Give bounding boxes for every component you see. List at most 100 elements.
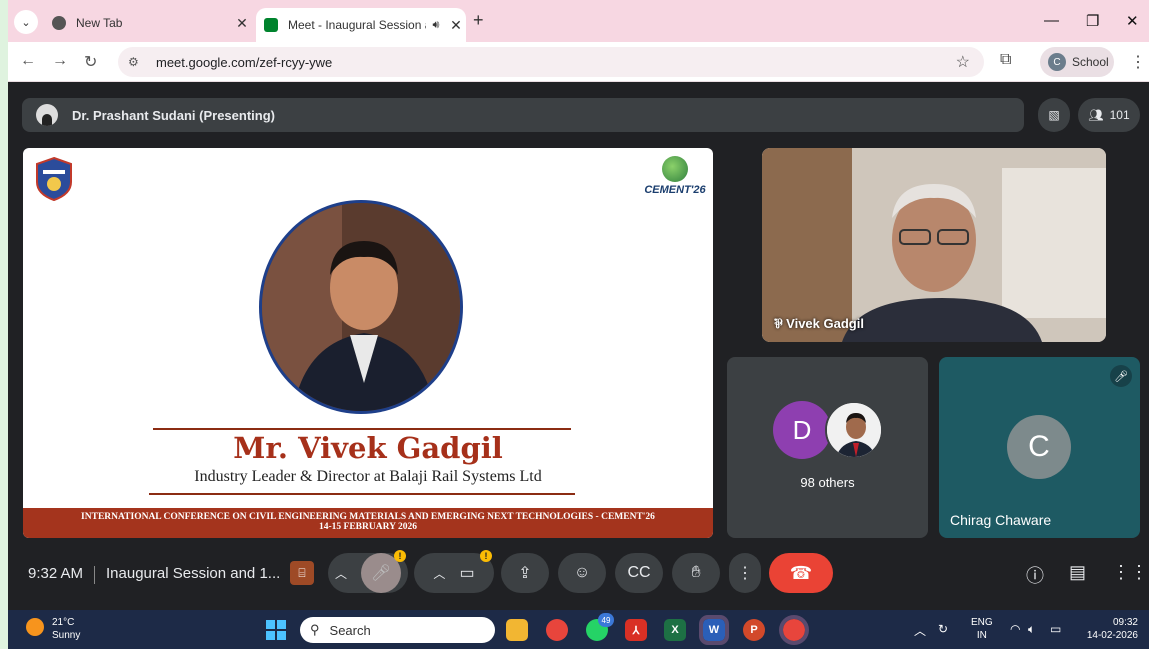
camera-icon[interactable]: ▭ (459, 563, 474, 583)
volume-muted-icon[interactable]: 🔈︎ (1028, 622, 1035, 637)
browser-toolbar: ← → ↻ ⚙ meet.google.com/zef-rcyy-ywe ☆ ⧉… (8, 42, 1149, 82)
tab-search-chevron-icon[interactable]: ⌄ (14, 10, 38, 34)
participant-video (762, 148, 1106, 342)
forward-icon[interactable]: → (52, 52, 68, 70)
chevron-up-icon[interactable]: ︿ (335, 565, 347, 582)
meeting-app-icon[interactable]: ⌸ (290, 561, 314, 585)
language-indicator[interactable]: ENG IN (971, 616, 993, 642)
reload-icon[interactable]: ↻ (84, 52, 97, 72)
excel-icon[interactable]: X (664, 619, 686, 641)
site-settings-icon[interactable]: ⚙ (128, 55, 148, 69)
weather-condition: Sunny (52, 630, 81, 641)
profile-button[interactable]: C School (1040, 47, 1114, 77)
people-icon: 👥︎ (1088, 108, 1104, 122)
participant-tile-chirag[interactable]: 🎤︎ C Chirag Chaware (939, 357, 1140, 538)
divider (94, 566, 95, 584)
meeting-name[interactable]: Inaugural Session and 1... (106, 565, 280, 582)
speaker-role: Industry Leader & Director at Balaji Rai… (194, 468, 542, 485)
taskbar-search[interactable]: ⚲ Search (300, 617, 495, 643)
chat-icon[interactable]: ▤ (1069, 562, 1086, 583)
meeting-info-icon[interactable]: ⓘ (1026, 562, 1044, 588)
extensions-icon[interactable]: ⧉ (1000, 51, 1011, 69)
meeting-time: 9:32 AM (28, 565, 84, 582)
tab-title: Meet - Inaugural Session an (288, 18, 426, 32)
cement-logo-text: CEMENT'26 (644, 184, 706, 196)
wifi-icon[interactable]: ◠ (1010, 622, 1020, 636)
restore-icon[interactable]: ❐ (1086, 12, 1099, 30)
mic-control[interactable]: ︿ 🎤︎ ! (328, 550, 408, 593)
warning-badge: ! (480, 550, 492, 562)
back-icon[interactable]: ← (20, 52, 36, 70)
show-hidden-icons-icon[interactable]: ︿ (914, 622, 926, 639)
avatar-initial: C (1007, 415, 1071, 479)
participants-button[interactable]: 👥︎ 101 (1078, 98, 1140, 132)
more-options-icon[interactable]: ⋮ (729, 553, 761, 593)
speaker-photo (259, 200, 463, 414)
warning-badge: ! (394, 550, 406, 562)
close-tab-icon[interactable]: ✕ (446, 17, 466, 34)
chrome-profile-icon[interactable] (779, 615, 809, 645)
presentation-slide: CEMENT'26 Mr. Vivek Gadgil Industry Lead… (23, 148, 713, 538)
pin-icon: ⅌ (774, 316, 787, 331)
avatar (825, 401, 883, 459)
cement-logo: CEMENT'26 (643, 156, 707, 206)
bookmark-star-icon[interactable]: ☆ (956, 52, 970, 72)
tab-new-tab[interactable]: New Tab ✕ (44, 8, 252, 38)
battery-icon[interactable]: ▭ (1050, 622, 1061, 636)
powerpoint-icon[interactable]: P (743, 619, 765, 641)
word-icon[interactable]: W (699, 615, 729, 645)
temperature: 21°C (52, 617, 75, 628)
close-window-icon[interactable]: ✕ (1126, 12, 1139, 30)
tab-title: New Tab (76, 16, 123, 30)
browser-menu-icon[interactable]: ⋮ (1130, 52, 1146, 72)
end-call-button[interactable]: ☎ (769, 553, 833, 593)
profile-label: School (1072, 55, 1109, 69)
whatsapp-badge: 49 (598, 613, 614, 627)
pdf-reader-icon[interactable]: ⅄ (625, 619, 647, 641)
conference-banner: INTERNATIONAL CONFERENCE ON CIVIL ENGINE… (23, 508, 713, 538)
file-explorer-icon[interactable] (506, 619, 528, 641)
weather-widget[interactable]: 21°C Sunny (52, 616, 80, 642)
participant-tile-others[interactable]: D 98 others (727, 357, 928, 538)
camera-control[interactable]: ︿ ▭ ! (414, 550, 494, 593)
weather-sun-icon[interactable] (26, 618, 44, 636)
activities-grid-icon[interactable]: ⋮⋮ (1112, 562, 1148, 583)
close-tab-icon[interactable]: ✕ (232, 15, 252, 32)
minimize-icon[interactable]: — (1044, 12, 1059, 29)
others-count: 98 others (800, 475, 855, 490)
clock[interactable]: 09:32 14-02-2026 (1080, 616, 1138, 642)
new-tab-plus-icon[interactable]: + (473, 10, 484, 31)
present-screen-icon[interactable]: ⇪ (501, 553, 549, 593)
search-icon: ⚲ (310, 622, 320, 637)
browser-window: ⌄ New Tab ✕ Meet - Inaugural Session an … (8, 0, 1149, 649)
windows-taskbar: 21°C Sunny ⚲ Search 49 ⅄ X W P ︿ ↻ ENG I… (8, 610, 1149, 649)
start-windows-icon[interactable] (266, 620, 286, 640)
presenter-bar: Dr. Prashant Sudani (Presenting) (22, 98, 1024, 132)
clock-time: 09:32 (1112, 617, 1138, 628)
tab-meet[interactable]: Meet - Inaugural Session an 🔊︎ ✕ (256, 8, 466, 42)
presenter-avatar (36, 104, 58, 126)
avatar-initial: D (773, 401, 831, 459)
participant-tile-vivek[interactable]: ⅌ Vivek Gadgil (762, 148, 1106, 342)
presenter-label: Dr. Prashant Sudani (Presenting) (72, 107, 275, 123)
clock-date: 14-02-2026 (1086, 630, 1138, 641)
chrome-icon[interactable] (546, 619, 568, 641)
raise-hand-icon[interactable]: ✋︎ (672, 553, 720, 593)
search-placeholder: Search (329, 622, 371, 638)
address-bar[interactable]: ⚙ meet.google.com/zef-rcyy-ywe ☆ (118, 47, 984, 77)
divider-line (149, 493, 575, 495)
globe-icon (662, 156, 688, 182)
conference-title: INTERNATIONAL CONFERENCE ON CIVIL ENGINE… (81, 512, 655, 522)
speaker-name: Mr. Vivek Gadgil (233, 431, 503, 465)
chevron-up-icon[interactable]: ︿ (433, 565, 445, 582)
sync-icon[interactable]: ↻ (938, 622, 948, 636)
captions-icon[interactable]: CC (615, 553, 663, 593)
chrome-icon (52, 16, 66, 30)
audio-playing-icon[interactable]: 🔊︎ (426, 19, 446, 32)
university-logo (36, 156, 72, 202)
hide-tiles-icon[interactable]: ▧ (1038, 98, 1070, 132)
tab-strip: ⌄ New Tab ✕ Meet - Inaugural Session an … (8, 0, 1149, 42)
emoji-icon[interactable]: ☺ (558, 553, 606, 593)
url-text: meet.google.com/zef-rcyy-ywe (156, 54, 333, 70)
mic-muted-icon: 🎤︎ (1110, 365, 1132, 387)
